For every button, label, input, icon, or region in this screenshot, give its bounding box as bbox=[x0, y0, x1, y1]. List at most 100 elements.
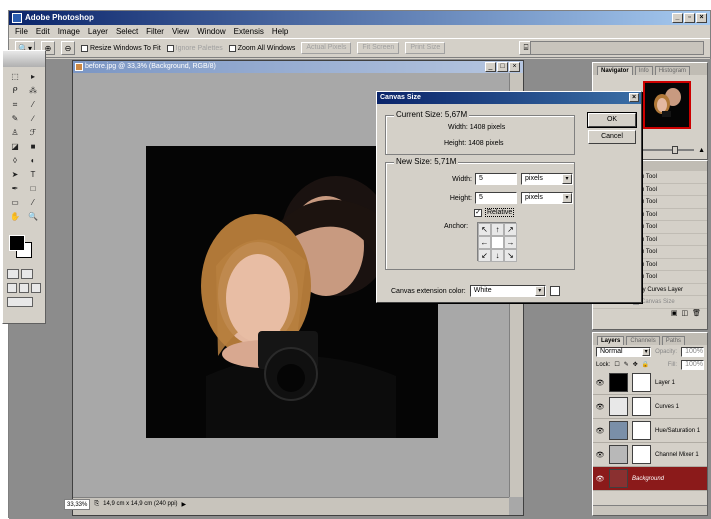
zoom-tool-icon[interactable]: 🔍 bbox=[25, 211, 41, 223]
navigator-zoom-slider[interactable] bbox=[640, 146, 695, 154]
tab-info[interactable]: Info bbox=[634, 66, 653, 75]
screen-mode-standard-icon[interactable] bbox=[7, 283, 17, 293]
type-tool-icon[interactable]: T bbox=[25, 169, 41, 181]
anchor-grid[interactable]: ↖ ↑ ↗ ← → ↙ ↓ ↘ bbox=[477, 222, 517, 262]
cancel-button[interactable]: Cancel bbox=[588, 130, 636, 144]
anchor-bottom[interactable]: ↓ bbox=[491, 249, 504, 262]
doc-maximize-button[interactable]: □ bbox=[497, 62, 508, 72]
anchor-center[interactable] bbox=[491, 236, 504, 249]
layer-row[interactable]: 👁 Channel Mixer 1 bbox=[593, 443, 707, 467]
visibility-eye-icon[interactable]: 👁 bbox=[595, 475, 605, 483]
layer-row[interactable]: 👁 Background bbox=[593, 467, 707, 491]
tab-navigator[interactable]: Navigator bbox=[597, 66, 633, 75]
doc-close-button[interactable]: × bbox=[509, 62, 520, 72]
relative-checkbox-box[interactable]: ✓ bbox=[474, 208, 482, 217]
screen-mode-full-icon[interactable] bbox=[31, 283, 41, 293]
navigator-thumbnail[interactable] bbox=[643, 81, 691, 129]
menu-view[interactable]: View bbox=[172, 25, 189, 38]
quick-mask-mode-icon[interactable] bbox=[21, 269, 33, 279]
width-input[interactable]: 5 bbox=[475, 173, 517, 185]
extension-color-swatch[interactable] bbox=[549, 286, 560, 296]
clone-stamp-tool-icon[interactable]: ♙ bbox=[7, 127, 23, 139]
menu-image[interactable]: Image bbox=[58, 25, 80, 38]
notes-tool-icon[interactable]: ▭ bbox=[7, 197, 23, 209]
layer-row[interactable]: 👁 Layer 1 bbox=[593, 371, 707, 395]
extension-color-select[interactable]: White ▾ bbox=[469, 285, 546, 297]
foreground-color-swatch[interactable] bbox=[9, 235, 25, 251]
tab-histogram[interactable]: Histogram bbox=[654, 66, 691, 75]
tab-channels[interactable]: Channels bbox=[626, 336, 660, 345]
jump-to-imageready-icon[interactable] bbox=[7, 297, 33, 307]
magic-wand-tool-icon[interactable]: ⁂ bbox=[25, 85, 41, 97]
pen-tool-icon[interactable]: ✒ bbox=[7, 183, 23, 195]
zoom-level-field[interactable]: 33,33% bbox=[64, 498, 91, 510]
minimize-button[interactable]: _ bbox=[672, 13, 683, 23]
navigator-zoom-knob[interactable] bbox=[672, 146, 679, 154]
visibility-eye-icon[interactable]: 👁 bbox=[595, 427, 605, 435]
lock-image-icon[interactable]: ✎ bbox=[624, 361, 629, 368]
print-size-button[interactable]: Print Size bbox=[405, 42, 446, 54]
delete-state-icon[interactable]: 🗑 bbox=[692, 309, 701, 321]
lock-transparency-icon[interactable]: ☐ bbox=[614, 361, 619, 368]
color-swatches[interactable] bbox=[7, 233, 41, 261]
lock-all-icon[interactable]: 🔒 bbox=[642, 361, 649, 368]
layer-row[interactable]: 👁 Curves 1 bbox=[593, 395, 707, 419]
new-snapshot-icon[interactable]: ◫ bbox=[681, 309, 688, 321]
dodge-tool-icon[interactable]: ◐ bbox=[25, 155, 41, 167]
ignore-palettes-checkbox[interactable]: Ignore Palettes bbox=[166, 44, 223, 52]
fill-field[interactable]: 100% bbox=[681, 359, 704, 370]
menu-window[interactable]: Window bbox=[197, 25, 225, 38]
doc-minimize-button[interactable]: _ bbox=[485, 62, 496, 72]
height-unit-select[interactable]: pixels ▾ bbox=[521, 192, 573, 204]
document-info[interactable]: 14,9 cm x 14,9 cm (240 ppi) bbox=[103, 501, 177, 507]
path-selection-tool-icon[interactable]: ➤ bbox=[7, 169, 23, 181]
anchor-bottom-right[interactable]: ↘ bbox=[504, 249, 517, 262]
width-unit-select[interactable]: pixels ▾ bbox=[521, 173, 573, 185]
standard-mode-icon[interactable] bbox=[7, 269, 19, 279]
relative-checkbox[interactable]: ✓ Relative bbox=[474, 208, 515, 217]
shape-tool-icon[interactable]: □ bbox=[25, 183, 41, 195]
blend-mode-select[interactable]: Normal ▾ bbox=[596, 346, 652, 357]
resize-windows-checkbox[interactable]: Resize Windows To Fit bbox=[80, 44, 161, 52]
lasso-tool-icon[interactable]: ᑭ bbox=[7, 85, 23, 97]
visibility-eye-icon[interactable]: 👁 bbox=[595, 379, 605, 387]
ok-button[interactable]: OK bbox=[587, 112, 637, 128]
lock-position-icon[interactable]: ✥ bbox=[633, 361, 638, 368]
anchor-bottom-left[interactable]: ↙ bbox=[478, 249, 491, 262]
anchor-right[interactable]: → bbox=[504, 236, 517, 249]
eyedropper-tool-icon[interactable]: ⁄ bbox=[25, 197, 41, 209]
tab-paths[interactable]: Paths bbox=[661, 336, 686, 345]
dialog-close-button[interactable]: × bbox=[629, 93, 639, 102]
close-button[interactable]: × bbox=[696, 13, 707, 23]
slice-tool-icon[interactable]: ⁄ bbox=[25, 99, 41, 111]
tab-layers[interactable]: Layers bbox=[597, 336, 625, 345]
menu-file[interactable]: File bbox=[15, 25, 28, 38]
layer-row[interactable]: 👁 Hue/Saturation 1 bbox=[593, 419, 707, 443]
menu-extensis[interactable]: Extensis bbox=[234, 25, 264, 38]
blur-tool-icon[interactable]: ◊ bbox=[7, 155, 23, 167]
menu-select[interactable]: Select bbox=[116, 25, 138, 38]
fit-screen-button[interactable]: Fit Screen bbox=[357, 42, 400, 54]
opacity-field[interactable]: 100% bbox=[681, 346, 704, 357]
marquee-tool-icon[interactable]: ⬚ bbox=[7, 71, 23, 83]
menu-help[interactable]: Help bbox=[272, 25, 288, 38]
menu-filter[interactable]: Filter bbox=[146, 25, 164, 38]
new-document-from-state-icon[interactable]: ▣ bbox=[671, 309, 678, 321]
zoom-all-windows-checkbox[interactable]: Zoom All Windows bbox=[228, 44, 295, 52]
visibility-eye-icon[interactable]: 👁 bbox=[595, 451, 605, 459]
height-input[interactable]: 5 bbox=[475, 192, 517, 204]
brush-tool-icon[interactable]: ∕ bbox=[25, 113, 41, 125]
actual-pixels-button[interactable]: Actual Pixels bbox=[301, 42, 352, 54]
menu-layer[interactable]: Layer bbox=[88, 25, 108, 38]
anchor-top-left[interactable]: ↖ bbox=[478, 223, 491, 236]
gradient-tool-icon[interactable]: ■ bbox=[25, 141, 41, 153]
zoom-out-icon[interactable]: ⊖ bbox=[60, 41, 75, 55]
eraser-tool-icon[interactable]: ◪ bbox=[7, 141, 23, 153]
healing-brush-tool-icon[interactable]: ✎ bbox=[7, 113, 23, 125]
anchor-top[interactable]: ↑ bbox=[491, 223, 504, 236]
anchor-top-right[interactable]: ↗ bbox=[504, 223, 517, 236]
status-menu-arrow-icon[interactable]: ▶ bbox=[182, 501, 187, 508]
visibility-eye-icon[interactable]: 👁 bbox=[595, 403, 605, 411]
menu-edit[interactable]: Edit bbox=[36, 25, 50, 38]
restore-button[interactable]: ▫ bbox=[684, 13, 695, 23]
